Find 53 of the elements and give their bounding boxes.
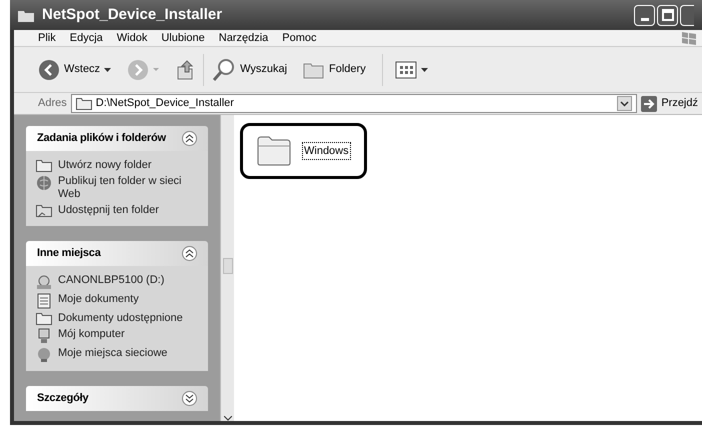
task-link[interactable]: CANONLBP5100 (D:) bbox=[58, 274, 164, 287]
up-folder-icon bbox=[175, 58, 196, 80]
menu-item[interactable]: Narzędzia bbox=[218, 30, 268, 46]
window-title: NetSpot_Device_Installer bbox=[42, 4, 222, 25]
scroll-down-icon[interactable] bbox=[224, 416, 232, 421]
folder-icon bbox=[36, 159, 52, 172]
menu-item[interactable]: Plik bbox=[38, 30, 56, 46]
caret-icon bbox=[420, 68, 428, 72]
document-icon bbox=[36, 293, 52, 309]
views-button[interactable] bbox=[394, 60, 428, 78]
up-folder-button[interactable] bbox=[175, 58, 196, 80]
address-label: Adres bbox=[38, 96, 67, 112]
task-link[interactable]: Moje dokumenty bbox=[58, 293, 139, 306]
folders-button[interactable]: Foldery bbox=[303, 60, 366, 78]
caret-icon bbox=[104, 68, 112, 72]
folder-name[interactable]: Windows bbox=[303, 142, 350, 160]
search-button[interactable]: Wyszukaj bbox=[212, 58, 288, 82]
folder-icon bbox=[36, 312, 52, 325]
back-button[interactable]: Wstecz bbox=[38, 58, 112, 80]
maximize-button[interactable] bbox=[657, 4, 678, 26]
expand-button[interactable] bbox=[182, 391, 197, 406]
folder-icon bbox=[257, 136, 291, 166]
caret-icon bbox=[153, 68, 160, 71]
task-link[interactable]: Utwórz nowy folder bbox=[58, 159, 152, 172]
collapse-button[interactable] bbox=[182, 131, 197, 146]
folder-icon bbox=[18, 8, 34, 22]
task-link[interactable]: Dokumenty udostępnione bbox=[58, 312, 183, 325]
go-button[interactable]: Przejdź bbox=[641, 95, 702, 112]
panel-title[interactable]: Szczegóły bbox=[37, 390, 88, 407]
shared-folder-icon bbox=[36, 204, 52, 218]
windows-logo-icon bbox=[680, 30, 698, 46]
task-link[interactable]: Publikuj ten folder w sieci Web bbox=[58, 175, 198, 201]
menu-item[interactable]: Edycja bbox=[70, 30, 103, 46]
grid-view-icon bbox=[394, 60, 417, 78]
minimize-button[interactable] bbox=[634, 4, 655, 26]
computer-icon bbox=[37, 328, 51, 344]
task-link[interactable]: Mój komputer bbox=[58, 328, 125, 341]
go-arrow-icon bbox=[641, 96, 658, 112]
folder-icon bbox=[76, 97, 92, 110]
collapse-button[interactable] bbox=[182, 246, 197, 261]
menu-item[interactable]: Widok bbox=[116, 30, 148, 46]
drive-icon bbox=[36, 274, 52, 290]
globe-icon bbox=[36, 175, 52, 191]
menu-item[interactable]: Pomoc bbox=[282, 30, 317, 46]
network-icon bbox=[36, 347, 52, 363]
menu-item[interactable]: Ulubione bbox=[161, 30, 205, 46]
folder-icon bbox=[303, 60, 326, 78]
task-link[interactable]: Moje miejsca sieciowe bbox=[58, 347, 168, 360]
scrollbar-thumb[interactable] bbox=[222, 258, 232, 274]
address-field[interactable]: D:\NetSpot_Device_Installer bbox=[70, 94, 638, 113]
close-button[interactable] bbox=[680, 4, 694, 26]
search-icon bbox=[212, 58, 236, 82]
task-link[interactable]: Udostępnij ten folder bbox=[58, 204, 159, 217]
